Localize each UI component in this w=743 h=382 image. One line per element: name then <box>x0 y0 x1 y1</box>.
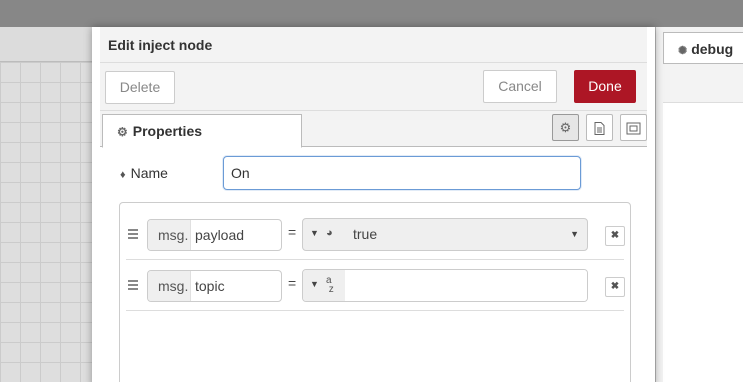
property-row: msg. payload = ▼ ◕ true ▼ ✖ <box>126 209 625 260</box>
property-list: msg. payload = ▼ ◕ true ▼ ✖ msg. topic =… <box>119 202 631 382</box>
dialog-toolbar: Delete Cancel Done <box>100 63 647 111</box>
tab-settings[interactable]: ⚙ <box>552 114 579 141</box>
chevron-down-icon[interactable]: ▼ <box>570 229 579 239</box>
remove-property-button[interactable]: ✖ <box>605 226 625 246</box>
done-button[interactable]: Done <box>574 70 636 103</box>
property-key-input[interactable]: msg. topic <box>147 270 282 302</box>
string-az-icon: a z <box>326 275 334 295</box>
cancel-button[interactable]: Cancel <box>483 70 557 103</box>
name-label-text: Name <box>130 165 168 181</box>
msg-prefix: msg. <box>148 220 191 250</box>
sidebar-tab-debug[interactable]: ✺ debug <box>663 32 743 63</box>
name-label: ♦ Name <box>120 165 168 181</box>
sidebar-header: ✺ debug <box>656 27 743 63</box>
property-value-input[interactable]: ▼ a z <box>302 269 588 302</box>
drag-handle-icon[interactable] <box>128 229 138 241</box>
tab-properties-label: Properties <box>132 123 203 139</box>
type-selector[interactable]: ▼ a z <box>303 270 345 301</box>
msg-prefix: msg. <box>148 271 191 301</box>
equals-sign: = <box>288 224 297 240</box>
property-value: true <box>353 226 378 242</box>
delete-button[interactable]: Delete <box>105 71 175 104</box>
tag-icon: ♦ <box>120 169 126 181</box>
dialog-title: Edit inject node <box>100 27 647 63</box>
workspace-tabs <box>0 27 92 62</box>
flow-workspace[interactable] <box>0 27 92 382</box>
right-sidebar: ✺ debug <box>655 27 743 382</box>
tab-properties[interactable]: ⚙ Properties <box>102 114 302 148</box>
tab-description[interactable] <box>586 114 613 141</box>
property-row: msg. topic = ▼ a z ✖ <box>126 260 625 311</box>
property-key-input[interactable]: msg. payload <box>147 219 282 251</box>
drag-handle-icon[interactable] <box>128 280 138 292</box>
property-value-input[interactable]: ▼ ◕ true ▼ <box>302 218 588 251</box>
remove-property-button[interactable]: ✖ <box>605 277 625 297</box>
properties-form: ♦ Name msg. payload = ▼ ◕ true ▼ ✖ <box>100 148 647 382</box>
document-icon <box>594 120 605 136</box>
type-caret-icon[interactable]: ▼ <box>310 279 319 289</box>
type-caret-icon[interactable]: ▼ <box>310 228 319 238</box>
node-appearance-icon <box>626 120 641 135</box>
workspace-grid[interactable] <box>0 62 92 382</box>
property-key: payload <box>195 227 245 243</box>
name-input[interactable] <box>223 156 581 190</box>
property-value-field[interactable] <box>345 270 587 301</box>
edit-node-dialog: Edit inject node Delete Cancel Done ⚙ Pro… <box>92 27 655 382</box>
app-header <box>0 0 743 27</box>
sidebar-tab-label: debug <box>691 41 734 57</box>
tab-appearance[interactable] <box>620 114 647 141</box>
sidebar-content <box>663 103 743 382</box>
dialog-tabs: ⚙ Properties ⚙ <box>100 111 647 148</box>
bug-icon: ✺ <box>678 45 688 57</box>
gear-icon: ⚙ <box>559 120 572 135</box>
bool-icon: ◕ <box>326 227 333 239</box>
equals-sign: = <box>288 275 297 291</box>
property-key: topic <box>195 278 225 294</box>
sidebar-toolbar <box>663 63 743 103</box>
gear-icon: ⚙ <box>117 125 128 139</box>
